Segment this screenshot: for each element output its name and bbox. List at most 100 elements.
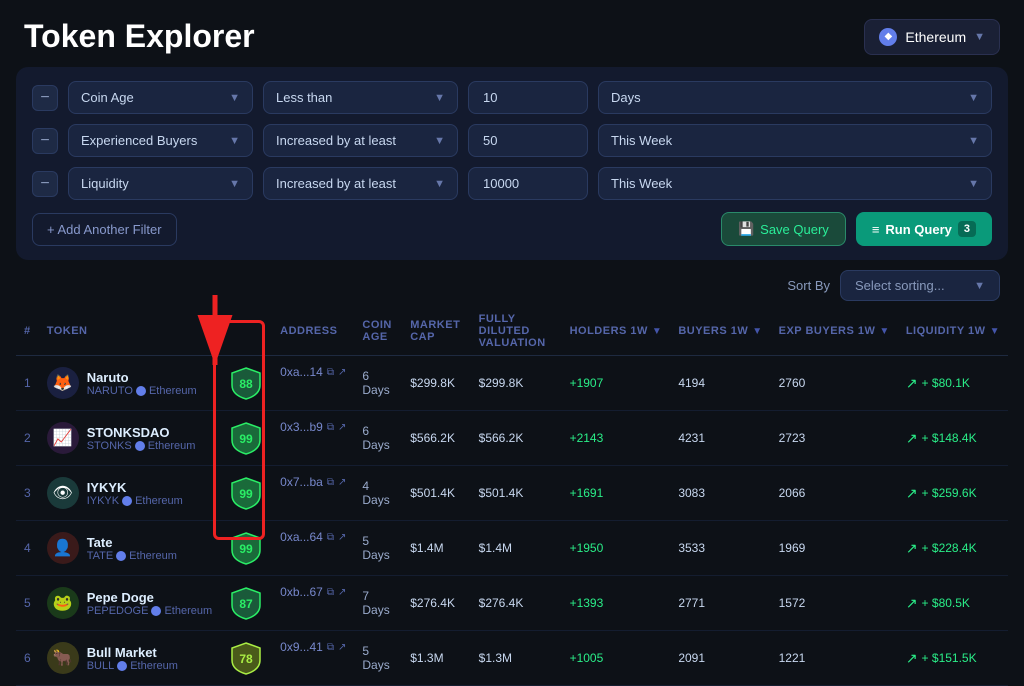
svg-text:99: 99: [239, 487, 253, 501]
market-cap-cell: $276.4K: [402, 576, 470, 631]
header: Token Explorer ◆ Ethereum ▼: [0, 0, 1024, 67]
fdv-cell: $299.8K: [471, 356, 562, 411]
token-name: Bull Market: [87, 645, 178, 660]
avatar: 🐸: [47, 587, 79, 619]
score-cell: 87: [220, 576, 272, 631]
external-link-icon[interactable]: ↗: [338, 477, 346, 488]
fdv-cell: $566.2K: [471, 411, 562, 466]
token-ticker: STONKS Ethereum: [87, 440, 196, 452]
chevron-down-icon: ▼: [968, 92, 979, 104]
liquidity-value: + $259.6K: [922, 486, 977, 500]
col-exp-buyers[interactable]: EXP BUYERS 1W ▼: [771, 307, 898, 356]
copy-icon[interactable]: ⧉: [327, 642, 334, 653]
external-link-icon[interactable]: ↗: [338, 587, 346, 598]
buyers-cell: 2091: [670, 631, 770, 686]
col-token: TOKEN: [39, 307, 220, 356]
ethereum-icon: ◆: [879, 28, 897, 46]
col-liquidity[interactable]: LIQUIDITY 1W ▼: [898, 307, 1008, 356]
table-row: 1 🦊 Naruto NARUTO Ethereum 88: [16, 356, 1008, 411]
copy-icon[interactable]: ⧉: [327, 367, 334, 378]
col-market-cap: MARKET CAP: [402, 307, 470, 356]
sort-label: Sort By: [787, 278, 830, 293]
sort-selector[interactable]: Select sorting... ▼: [840, 270, 1000, 301]
copy-icon[interactable]: ⧉: [327, 422, 334, 433]
filter-actions: + Add Another Filter 💾 Save Query ≡ Run …: [32, 212, 992, 246]
liquidity-cell: ↗ + $228.4K: [898, 521, 1008, 576]
table-row: 5 🐸 Pepe Doge PEPEDOGE Ethereum 87: [16, 576, 1008, 631]
liquidity-value: + $228.4K: [922, 541, 977, 555]
filter-1-period[interactable]: Days ▼: [598, 81, 992, 114]
external-link-icon[interactable]: ↗: [338, 532, 346, 543]
table-header-row: # TOKEN ADDRESS COIN AGE MARKET CAP FULL…: [16, 307, 1008, 356]
svg-text:78: 78: [239, 652, 253, 666]
filter-3-condition[interactable]: Increased by at least ▼: [263, 167, 458, 200]
col-buyers[interactable]: BUYERS 1W ▼: [670, 307, 770, 356]
filter-1-value[interactable]: 10: [468, 81, 588, 114]
chevron-down-icon: ▼: [434, 135, 445, 147]
filter-row-2: − Experienced Buyers ▼ Increased by at l…: [32, 124, 992, 157]
filter-1-condition[interactable]: Less than ▼: [263, 81, 458, 114]
filter-3-period[interactable]: This Week ▼: [598, 167, 992, 200]
filter-2-category[interactable]: Experienced Buyers ▼: [68, 124, 253, 157]
eth-chain-icon: [122, 496, 132, 506]
trend-up-icon: ↗: [906, 430, 918, 447]
token-name: STONKSDAO: [87, 425, 196, 440]
buyers-cell: 3533: [670, 521, 770, 576]
filter-2-period[interactable]: This Week ▼: [598, 124, 992, 157]
token-ticker: IYKYK Ethereum: [87, 495, 183, 507]
holders-cell: +1950: [562, 521, 671, 576]
remove-filter-2-button[interactable]: −: [32, 128, 58, 154]
page-title: Token Explorer: [24, 18, 255, 55]
filter-2-value[interactable]: 50: [468, 124, 588, 157]
trend-up-icon: ↗: [906, 540, 918, 557]
external-link-icon[interactable]: ↗: [338, 367, 346, 378]
avatar: 📈: [47, 422, 79, 454]
market-cap-cell: $1.3M: [402, 631, 470, 686]
chevron-down-icon: ▼: [229, 92, 240, 104]
col-address: ADDRESS: [272, 307, 354, 356]
filters-section: − Coin Age ▼ Less than ▼ 10 Days ▼ − Exp…: [16, 67, 1008, 260]
holders-cell: +1691: [562, 466, 671, 521]
save-query-button[interactable]: 💾 Save Query: [721, 212, 846, 246]
token-ticker: NARUTO Ethereum: [87, 385, 197, 397]
exp-buyers-cell: 1572: [771, 576, 898, 631]
save-icon: 💾: [738, 221, 754, 237]
liquidity-cell: ↗ + $148.4K: [898, 411, 1008, 466]
copy-icon[interactable]: ⧉: [327, 477, 334, 488]
score-cell: 99: [220, 411, 272, 466]
rank-cell: 2: [16, 411, 39, 466]
col-holders[interactable]: HOLDERS 1W ▼: [562, 307, 671, 356]
address-text: 0xb...67: [280, 585, 323, 599]
filter-3-category[interactable]: Liquidity ▼: [68, 167, 253, 200]
col-score: [220, 307, 272, 356]
remove-filter-3-button[interactable]: −: [32, 171, 58, 197]
table-container: # TOKEN ADDRESS COIN AGE MARKET CAP FULL…: [0, 307, 1024, 686]
svg-text:87: 87: [239, 597, 253, 611]
token-cell: 🦊 Naruto NARUTO Ethereum: [39, 356, 220, 411]
run-query-button[interactable]: ≡ Run Query 3: [856, 212, 992, 246]
token-cell: 👤 Tate TATE Ethereum: [39, 521, 220, 576]
chevron-down-icon: ▼: [434, 178, 445, 190]
copy-icon[interactable]: ⧉: [327, 532, 334, 543]
external-link-icon[interactable]: ↗: [338, 422, 346, 433]
filter-2-condition[interactable]: Increased by at least ▼: [263, 124, 458, 157]
liquidity-value: + $80.1K: [922, 376, 970, 390]
add-filter-button[interactable]: + Add Another Filter: [32, 213, 177, 246]
network-selector[interactable]: ◆ Ethereum ▼: [864, 19, 1000, 55]
fdv-cell: $1.4M: [471, 521, 562, 576]
token-cell: 📈 STONKSDAO STONKS Ethereum: [39, 411, 220, 466]
coin-age-cell: 7 Days: [354, 576, 402, 631]
shield-icon: 99: [228, 475, 264, 511]
rank-cell: 4: [16, 521, 39, 576]
filter-3-value[interactable]: 10000: [468, 167, 588, 200]
address-text: 0x9...41: [280, 640, 323, 654]
copy-icon[interactable]: ⧉: [327, 587, 334, 598]
eth-chain-icon: [135, 441, 145, 451]
token-name: Naruto: [87, 370, 197, 385]
remove-filter-1-button[interactable]: −: [32, 85, 58, 111]
shield-icon: 78: [228, 640, 264, 676]
token-name: IYKYK: [87, 480, 183, 495]
network-label: Ethereum: [905, 29, 966, 45]
external-link-icon[interactable]: ↗: [338, 642, 346, 653]
filter-1-category[interactable]: Coin Age ▼: [68, 81, 253, 114]
